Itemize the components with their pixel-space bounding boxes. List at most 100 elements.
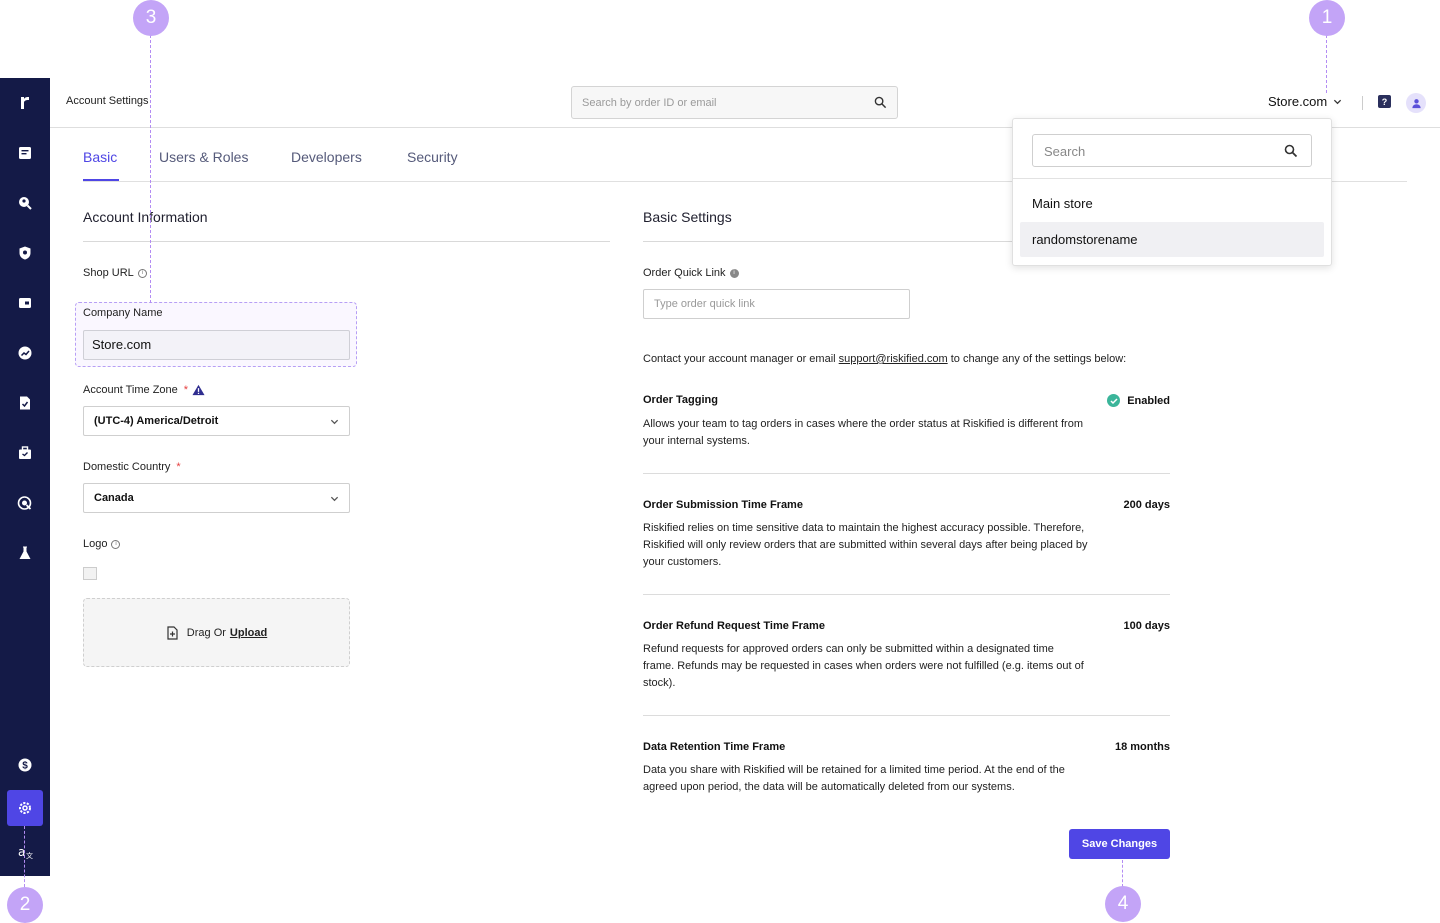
account-info-divider (83, 241, 610, 242)
logo-image-placeholder (83, 567, 97, 580)
country-select[interactable]: Canada (83, 483, 350, 513)
store-search-box[interactable] (1032, 134, 1312, 167)
shop-url-label: Shop URL i (83, 267, 147, 279)
svg-text:$: $ (22, 761, 28, 772)
info-icon[interactable]: i (111, 539, 121, 549)
page-title: Account Settings (66, 95, 149, 107)
translate-icon[interactable]: a文 (12, 839, 38, 865)
country-value: Canada (94, 492, 134, 504)
annotation-badge-3: 3 (133, 0, 169, 36)
setting-title: Order Submission Time Frame (643, 499, 803, 511)
order-search-box[interactable] (571, 86, 898, 119)
support-email-link[interactable]: support@riskified.com (839, 353, 948, 365)
dollar-icon[interactable]: $ (12, 752, 38, 778)
tab-security[interactable]: Security (407, 149, 458, 165)
annotation-connector (24, 826, 25, 887)
active-tab-indicator (83, 179, 119, 181)
info-icon[interactable]: i (729, 268, 739, 278)
store-option-random[interactable]: randomstorename (1020, 222, 1324, 257)
investigate-icon[interactable] (12, 190, 38, 216)
tab-developers[interactable]: Developers (291, 149, 362, 165)
annotation-connector (1122, 860, 1123, 887)
warning-icon[interactable] (192, 384, 205, 396)
setting-description: Allows your team to tag orders in cases … (643, 418, 1083, 447)
company-name-field[interactable]: Store.com (83, 330, 350, 360)
setting-status: Enabled (1107, 394, 1170, 407)
annotation-badge-4: 4 (1105, 886, 1141, 922)
setting-divider (643, 594, 1170, 595)
contact-prefix: Contact your account manager or email (643, 353, 836, 365)
logo-label-text: Logo (83, 538, 108, 550)
quick-link-label-text: Order Quick Link (643, 267, 726, 279)
annotation-connector (150, 35, 151, 303)
setting-value: 100 days (1123, 620, 1170, 632)
setting-value: 18 months (1114, 741, 1170, 753)
sidebar: $ a文 (0, 78, 50, 876)
country-label-text: Domestic Country (83, 461, 171, 473)
order-search-input[interactable] (582, 94, 862, 112)
tab-basic[interactable]: Basic (83, 149, 117, 165)
check-circle-icon (1107, 394, 1121, 407)
chevron-down-icon (330, 496, 339, 502)
chevron-down-icon (1334, 99, 1342, 105)
required-marker: * (183, 384, 189, 396)
user-icon (1411, 98, 1421, 108)
setting-status-text: Enabled (1127, 394, 1170, 407)
setting-value: 200 days (1123, 499, 1170, 511)
setting-divider (643, 715, 1170, 716)
drag-text: Drag Or (186, 626, 226, 639)
timezone-value: (UTC-4) America/Detroit (94, 415, 219, 427)
timezone-label-text: Account Time Zone (83, 384, 178, 396)
setting-title: Order Refund Request Time Frame (643, 620, 825, 632)
shop-url-label-text: Shop URL (83, 267, 134, 279)
orders-icon[interactable] (12, 140, 38, 166)
save-changes-button[interactable]: Save Changes (1069, 829, 1170, 859)
avatar[interactable] (1406, 93, 1426, 113)
store-search-input[interactable] (1044, 142, 1274, 160)
header-divider (1362, 96, 1363, 110)
wallet-icon[interactable] (12, 290, 38, 316)
report-icon[interactable] (12, 390, 38, 416)
setting-title: Order Tagging (643, 394, 718, 406)
search-icon[interactable] (874, 96, 887, 109)
timezone-select[interactable]: (UTC-4) America/Detroit (83, 406, 350, 436)
quick-link-input[interactable] (643, 289, 910, 319)
svg-text:文: 文 (26, 851, 33, 860)
store-dropdown: Main store randomstorename (1012, 118, 1332, 266)
flask-icon[interactable] (12, 540, 38, 566)
quick-link-label: Order Quick Link i (643, 267, 739, 279)
country-label: Domestic Country * (83, 461, 181, 473)
annotation-connector (1326, 35, 1327, 93)
briefcase-icon[interactable] (12, 440, 38, 466)
store-option-main[interactable]: Main store (1020, 186, 1324, 221)
setting-description: Data you share with Riskified will be re… (643, 764, 1065, 793)
settings-icon[interactable] (7, 790, 43, 826)
info-icon[interactable]: i (137, 268, 147, 278)
setting-divider (643, 473, 1170, 474)
help-icon-glyph: ? (1381, 96, 1388, 107)
tab-users-roles[interactable]: Users & Roles (159, 149, 248, 165)
logo-label: Logo i (83, 538, 121, 550)
basic-settings-divider (643, 241, 1013, 242)
setting-description: Refund requests for approved orders can … (643, 643, 1084, 689)
upload-link[interactable]: Upload (230, 627, 267, 639)
trend-icon[interactable] (12, 340, 38, 366)
timezone-label: Account Time Zone * (83, 384, 205, 396)
contact-text: Contact your account manager or email su… (643, 353, 1126, 365)
search-icon[interactable] (1284, 144, 1298, 158)
store-selector-label: Store.com (1268, 94, 1328, 109)
store-selector[interactable]: Store.com (1268, 94, 1342, 109)
radar-icon[interactable] (12, 490, 38, 516)
dropdown-divider (1013, 178, 1331, 179)
basic-settings-title: Basic Settings (643, 209, 732, 225)
logo-dropzone[interactable]: Drag Or Upload (83, 598, 350, 667)
setting-title: Data Retention Time Frame (643, 741, 786, 753)
company-name-label: Company Name (83, 307, 163, 319)
required-marker: * (176, 461, 181, 473)
file-upload-icon (167, 625, 178, 640)
shield-icon[interactable] (12, 240, 38, 266)
logo-icon[interactable] (12, 90, 38, 116)
annotation-badge-2: 2 (7, 887, 43, 923)
help-icon[interactable]: ? (1378, 95, 1391, 108)
annotation-badge-1: 1 (1309, 0, 1345, 36)
